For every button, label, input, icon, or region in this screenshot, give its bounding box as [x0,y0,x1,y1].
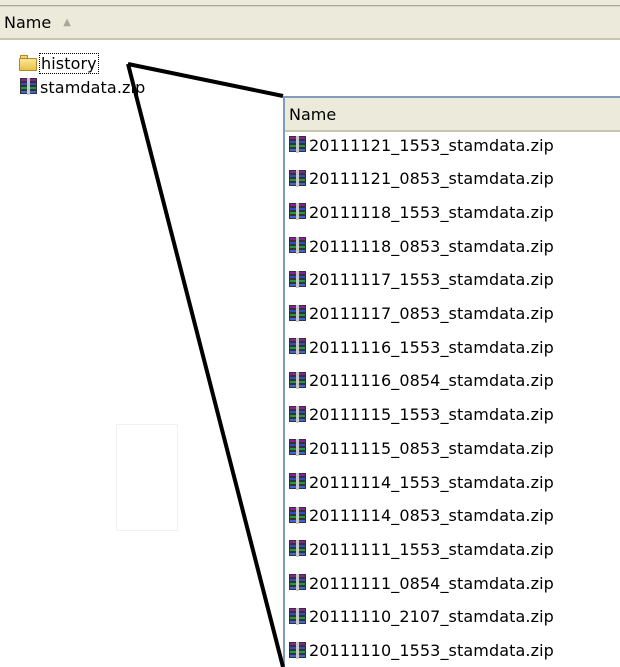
zip-archive-icon [287,270,307,290]
list-item-stamdata-zip[interactable]: stamdata.zip [18,76,145,98]
zip-archive-icon [287,135,307,155]
list-item-zip-file[interactable]: 20111121_1553_stamdata.zip [287,134,554,156]
list-item-zip-file[interactable]: 20111110_2107_stamdata.zip [287,606,554,628]
list-item-history-folder[interactable]: history [18,52,99,74]
list-item-label: 20111121_1553_stamdata.zip [309,135,554,155]
blank-artifact-box [116,424,178,531]
folder-icon [18,53,38,73]
name-column-label: Name [289,104,337,124]
name-column-header[interactable]: Name ▲ [0,7,620,38]
list-item-zip-file[interactable]: 20111117_1553_stamdata.zip [287,269,554,291]
list-item-label: 20111118_1553_stamdata.zip [309,202,554,222]
list-item-label: history [39,52,99,74]
zip-archive-icon [287,405,307,425]
zip-archive-icon [18,77,38,97]
list-item-zip-file[interactable]: 20111115_1553_stamdata.zip [287,404,554,426]
list-item-zip-file[interactable]: 20111116_1553_stamdata.zip [287,336,554,358]
zip-archive-icon [287,304,307,324]
list-item-zip-file[interactable]: 20111115_0853_stamdata.zip [287,437,554,459]
zip-archive-icon [287,506,307,526]
zip-archive-icon [287,472,307,492]
artifact [288,45,300,48]
zip-archive-icon [287,607,307,627]
zip-archive-icon [287,337,307,357]
zip-archive-icon [287,641,307,661]
list-item-zip-file[interactable]: 20111114_0853_stamdata.zip [287,505,554,527]
zip-archive-icon [287,202,307,222]
zip-archive-icon [287,438,307,458]
list-item-zip-file[interactable]: 20111114_1553_stamdata.zip [287,471,554,493]
inner-column-header[interactable]: Name [285,98,620,132]
zip-archive-icon [287,539,307,559]
history-folder-contents: Name 20111121_1553_stamdata.zip 20111121_… [283,96,620,667]
zip-archive-icon [287,371,307,391]
list-item-label: 20111116_0854_stamdata.zip [309,371,554,391]
list-item-zip-file[interactable]: 20111118_1553_stamdata.zip [287,201,554,223]
list-item-label: 20111118_0853_stamdata.zip [309,236,554,256]
name-column-label: Name [4,13,52,32]
zip-archive-icon [287,236,307,256]
list-item-label: 20111114_0853_stamdata.zip [309,506,554,526]
list-item-zip-file[interactable]: 20111110_1553_stamdata.zip [287,640,554,662]
list-item-zip-file[interactable]: 20111111_0854_stamdata.zip [287,572,554,594]
list-item-label: 20111121_0853_stamdata.zip [309,169,554,189]
list-item-label: 20111117_0853_stamdata.zip [309,304,554,323]
zip-archive-icon [287,573,307,593]
name-column-header[interactable]: Name [285,98,620,130]
list-item-label: 20111114_1553_stamdata.zip [309,472,554,492]
list-item-zip-file[interactable]: 20111117_0853_stamdata.zip [287,303,554,325]
list-item-label: 20111110_1553_stamdata.zip [309,641,554,660]
list-item-zip-file[interactable]: 20111111_1553_stamdata.zip [287,538,554,560]
artifact [313,77,333,80]
list-item-zip-file[interactable]: 20111118_0853_stamdata.zip [287,235,554,257]
sort-ascending-icon: ▲ [63,17,71,28]
list-item-label: 20111115_1553_stamdata.zip [309,405,554,425]
list-item-zip-file[interactable]: 20111116_0854_stamdata.zip [287,370,554,392]
list-item-label: 20111117_1553_stamdata.zip [309,270,554,290]
list-item-label: 20111116_1553_stamdata.zip [309,337,554,357]
list-item-label: 20111111_1553_stamdata.zip [309,539,554,559]
zip-archive-icon [287,169,307,189]
list-item-zip-file[interactable]: 20111121_0853_stamdata.zip [287,168,554,190]
outer-column-header[interactable]: Name ▲ [0,6,620,40]
list-item-label: 20111111_0854_stamdata.zip [309,573,554,593]
list-item-label: 20111110_2107_stamdata.zip [309,607,554,627]
list-item-label: stamdata.zip [40,77,146,97]
list-item-label: 20111115_0853_stamdata.zip [309,438,554,458]
